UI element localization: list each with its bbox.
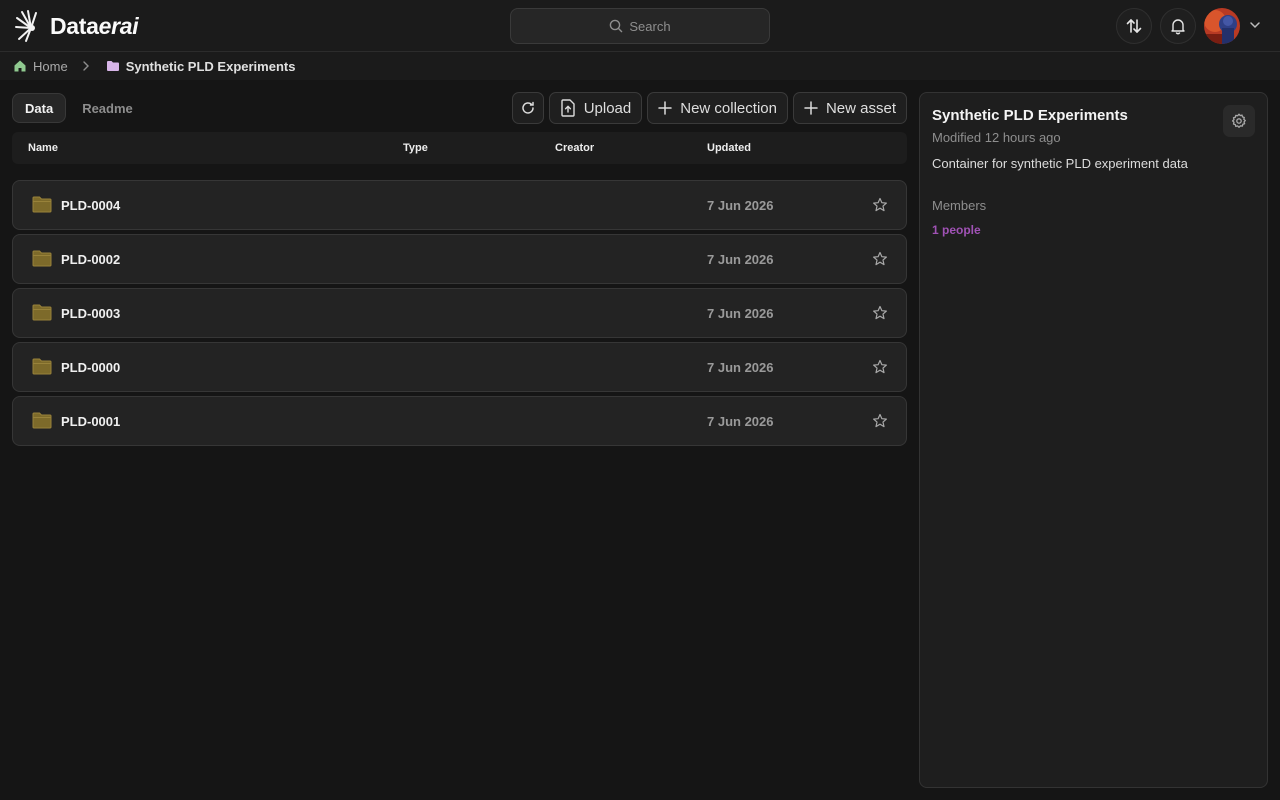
plus-icon — [804, 101, 818, 115]
notifications-button[interactable] — [1160, 8, 1196, 44]
new-collection-button[interactable]: New collection — [647, 92, 788, 124]
row-name: PLD-0001 — [61, 414, 121, 429]
tab-data[interactable]: Data — [12, 93, 67, 123]
tab-readme[interactable]: Readme — [70, 93, 145, 123]
folder-icon — [32, 412, 52, 429]
star-icon[interactable] — [872, 197, 888, 213]
breadcrumb-home-label: Home — [33, 58, 68, 74]
table-row[interactable]: PLD-0003 7 Jun 2026 — [12, 288, 907, 338]
star-icon[interactable] — [872, 305, 888, 321]
folder-icon — [32, 196, 52, 213]
row-name: PLD-0000 — [61, 360, 121, 375]
details-panel: Synthetic PLD Experiments Modified 12 ho… — [919, 92, 1268, 788]
transfer-button[interactable] — [1116, 8, 1152, 44]
file-upload-icon — [560, 99, 576, 117]
breadcrumb-home[interactable]: Home — [13, 59, 68, 74]
column-type[interactable]: Type — [403, 142, 428, 154]
upload-label: Upload — [583, 99, 632, 117]
folder-icon — [32, 358, 52, 375]
row-updated: 7 Jun 2026 — [707, 252, 774, 267]
gear-icon — [1231, 113, 1247, 129]
avatar[interactable] — [1204, 8, 1240, 44]
row-updated: 7 Jun 2026 — [707, 198, 774, 213]
brand-plain: Data — [50, 12, 99, 39]
star-icon[interactable] — [872, 359, 888, 375]
settings-button[interactable] — [1223, 105, 1255, 137]
home-icon — [13, 59, 27, 73]
table-row[interactable]: PLD-0004 7 Jun 2026 — [12, 180, 907, 230]
breadcrumb-current-label: Synthetic PLD Experiments — [125, 58, 296, 74]
view-tabs: Data Readme — [12, 93, 145, 123]
upload-button[interactable]: Upload — [548, 92, 643, 124]
new-collection-label: New collection — [680, 99, 777, 117]
new-asset-button[interactable]: New asset — [792, 92, 907, 124]
row-name: PLD-0002 — [61, 252, 121, 267]
panel-title: Synthetic PLD Experiments — [932, 107, 1128, 124]
folder-icon — [32, 304, 52, 321]
table-row[interactable]: PLD-0001 7 Jun 2026 — [12, 396, 907, 446]
table-body: PLD-0004 7 Jun 2026 PLD-0002 7 Jun 2026 … — [12, 180, 907, 450]
bell-icon — [1169, 17, 1187, 35]
members-count-link[interactable]: 1 people — [932, 223, 981, 237]
collection-folder-icon — [106, 60, 120, 72]
brand-italic: erai — [98, 12, 139, 39]
starburst-logo-icon — [14, 9, 48, 43]
brand-name: Dataerai — [50, 12, 139, 40]
toolbar: Upload New collection New asset — [511, 92, 907, 124]
top-bar: Dataerai Search — [0, 0, 1280, 52]
table-row[interactable]: PLD-0002 7 Jun 2026 — [12, 234, 907, 284]
plus-icon — [658, 101, 672, 115]
breadcrumb: Home Synthetic PLD Experiments — [0, 52, 1280, 80]
panel-description: Container for synthetic PLD experiment d… — [932, 156, 1188, 171]
star-icon[interactable] — [872, 251, 888, 267]
row-updated: 7 Jun 2026 — [707, 306, 774, 321]
transfer-arrows-icon — [1124, 16, 1144, 36]
column-creator[interactable]: Creator — [555, 142, 594, 154]
search-icon — [609, 19, 623, 33]
chevron-down-icon[interactable] — [1248, 18, 1262, 32]
app-logo[interactable]: Dataerai — [14, 9, 139, 43]
refresh-icon — [520, 100, 536, 116]
members-label: Members — [932, 198, 987, 213]
table-row[interactable]: PLD-0000 7 Jun 2026 — [12, 342, 907, 392]
column-updated[interactable]: Updated — [707, 142, 751, 154]
search-bar[interactable]: Search — [510, 8, 770, 44]
breadcrumb-current[interactable]: Synthetic PLD Experiments — [106, 58, 296, 74]
row-name: PLD-0004 — [61, 198, 121, 213]
folder-icon — [32, 250, 52, 267]
row-name: PLD-0003 — [61, 306, 121, 321]
row-updated: 7 Jun 2026 — [707, 360, 774, 375]
star-icon[interactable] — [872, 413, 888, 429]
refresh-button[interactable] — [511, 92, 544, 124]
chevron-right-icon — [82, 61, 90, 71]
search-placeholder: Search — [629, 18, 671, 34]
panel-modified: Modified 12 hours ago — [932, 130, 1061, 145]
table-header: Name Type Creator Updated — [12, 132, 907, 164]
column-name[interactable]: Name — [28, 142, 58, 154]
new-asset-label: New asset — [825, 99, 896, 117]
row-updated: 7 Jun 2026 — [707, 414, 774, 429]
